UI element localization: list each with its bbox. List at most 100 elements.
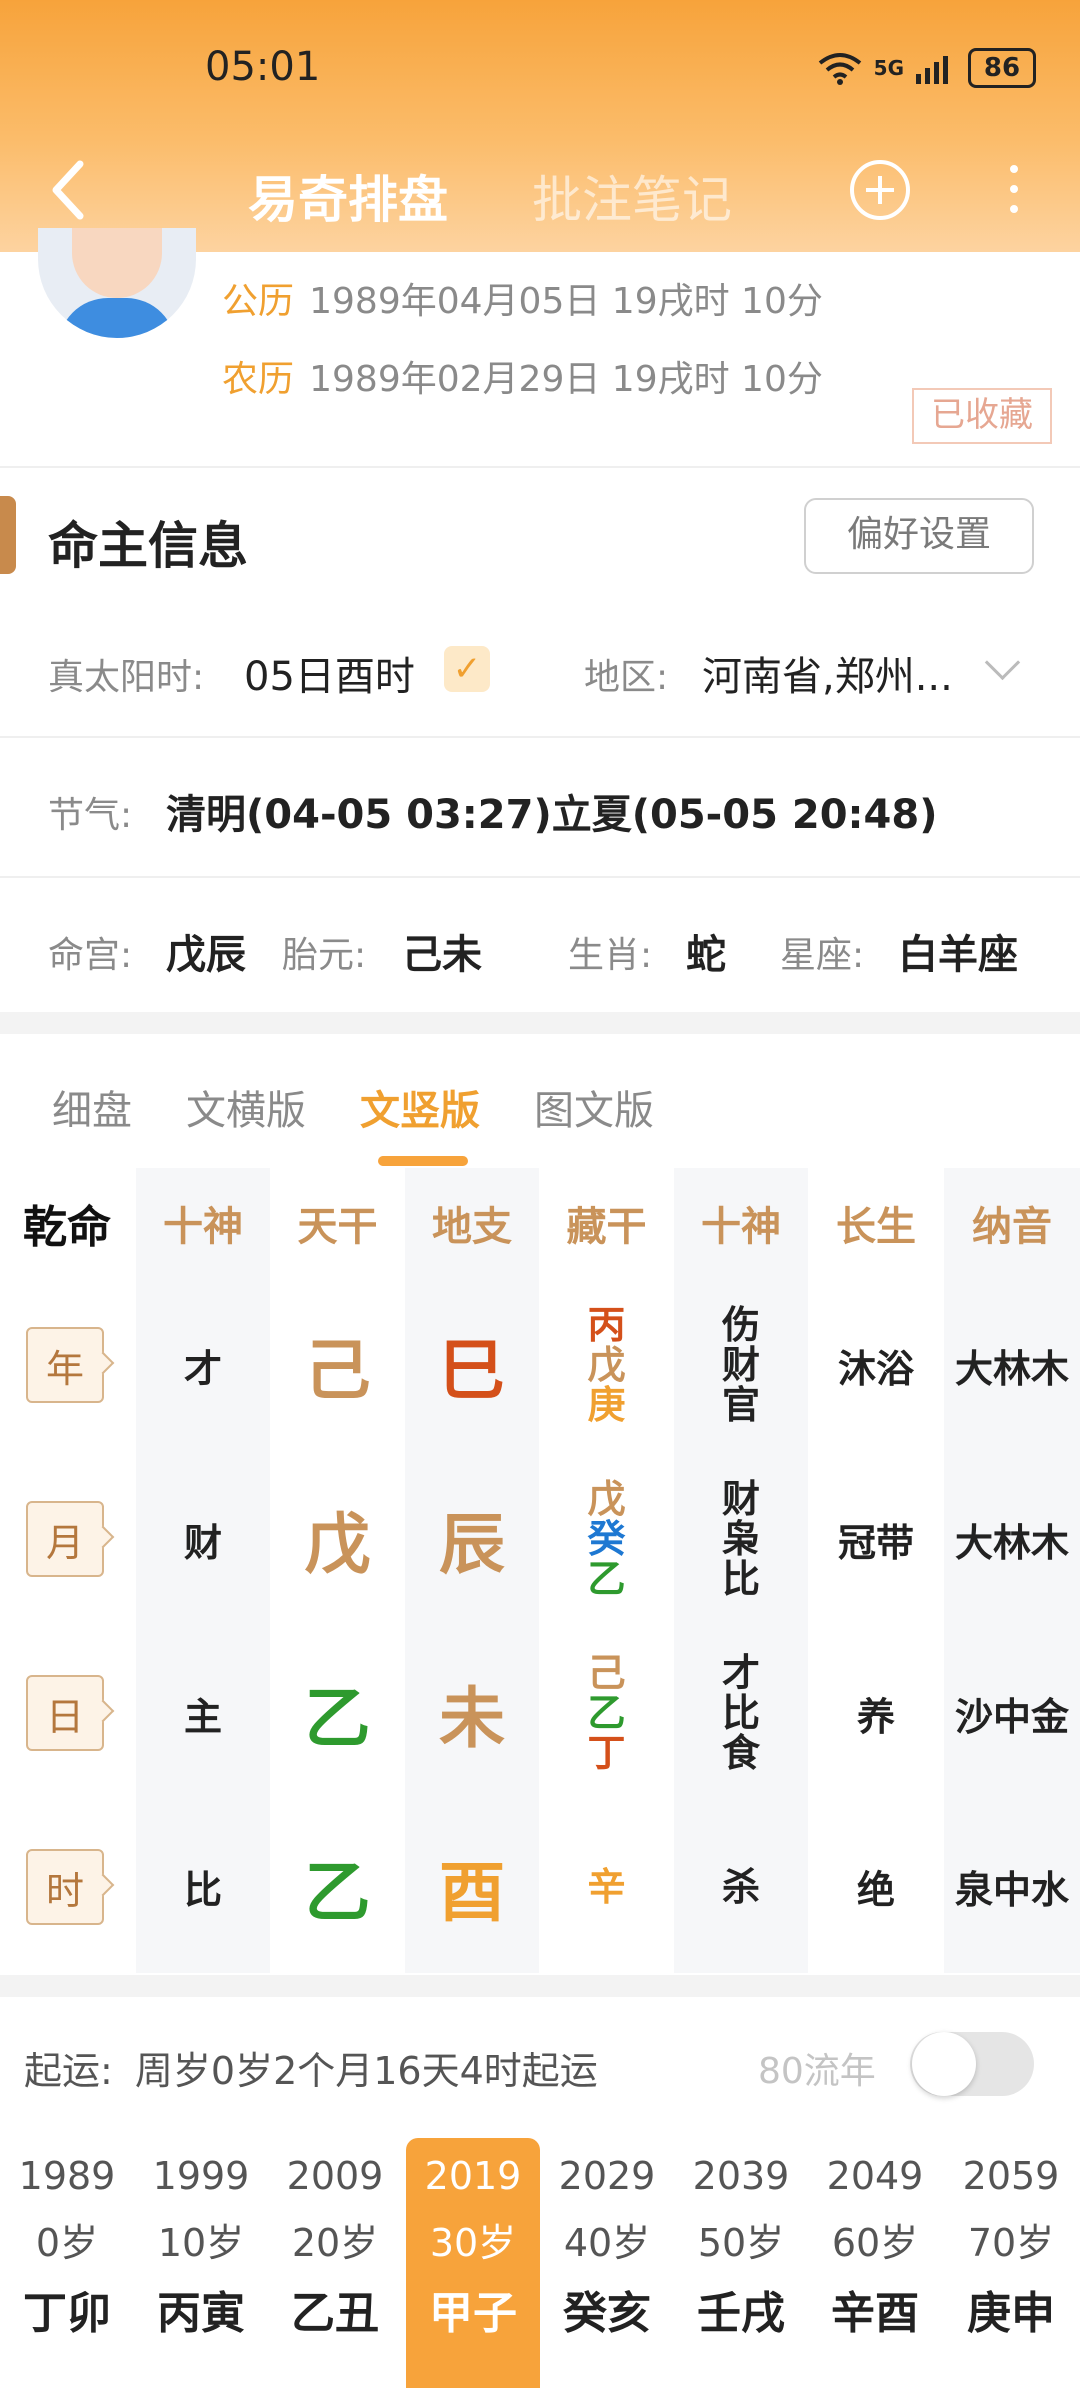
table-cell: 才 比 食: [674, 1626, 808, 1800]
dayun-age: 10岁: [157, 2221, 245, 2265]
jieqi-label: 节气:: [48, 795, 133, 836]
dayun-item[interactable]: 2059 70岁 庚申: [942, 2138, 1080, 2388]
avatar[interactable]: [38, 228, 196, 338]
pillar-month-tag[interactable]: 月: [26, 1501, 104, 1577]
region-value[interactable]: 河南省,郑州...: [702, 644, 953, 702]
region-label: 地区:: [584, 657, 669, 698]
tab-xipan[interactable]: 细盘: [52, 1078, 132, 1136]
dayun-item-active[interactable]: 2019 30岁 甲子: [406, 2138, 540, 2388]
more-options-icon[interactable]: [1010, 165, 1018, 225]
table-cell: 酉: [439, 1853, 505, 1931]
canggan-char: 戊: [587, 1477, 626, 1521]
section-gap: [0, 1975, 1080, 1997]
table-cell: 辰: [439, 1506, 505, 1583]
dayun-age: 30岁: [429, 2221, 517, 2265]
add-icon[interactable]: [850, 160, 910, 220]
header-tiangan: 天干: [297, 1204, 378, 1250]
lunar-value: 1989年02月29日 19戌时 10分: [309, 359, 823, 400]
canggan-shishen-char: 伤: [721, 1303, 760, 1347]
minggong-label: 命宫:: [48, 935, 133, 976]
canggan-char: 丙: [587, 1303, 626, 1347]
status-icons: 5G 86: [818, 48, 1036, 88]
table-cell: 巳: [439, 1332, 505, 1409]
canggan-char: 乙: [587, 1557, 626, 1601]
table-cell: 比: [183, 1868, 222, 1912]
canggan-char: 辛: [587, 1864, 626, 1909]
canggan-shishen-char: 才: [721, 1651, 760, 1695]
dayun-year: 1999: [152, 2154, 250, 2198]
section-title: 命主信息: [48, 517, 248, 575]
dayun-ganzhi: 壬戌: [697, 2288, 785, 2339]
tab-yiqi-paipan[interactable]: 易奇排盘: [248, 160, 448, 232]
dayun-year: 2009: [286, 2154, 384, 2198]
back-arrow-icon[interactable]: [44, 150, 92, 230]
dayun-ganzhi: 丙寅: [157, 2288, 245, 2339]
dayun-item[interactable]: 1989 0岁 丁卯: [0, 2138, 134, 2388]
canggan-char: 癸: [587, 1517, 626, 1561]
canggan-shishen-char: 食: [721, 1731, 760, 1775]
collected-stamp: 已收藏: [912, 388, 1052, 444]
table-cell: 主: [183, 1694, 222, 1739]
dayun-year: 2049: [826, 2154, 924, 2198]
chevron-down-icon[interactable]: [984, 644, 1021, 681]
table-cell: 才: [183, 1346, 222, 1391]
dayun-year: 1989: [18, 2154, 116, 2198]
xingzuo-value: 白羊座: [898, 932, 1018, 978]
dayun-age: 70岁: [967, 2221, 1055, 2265]
tab-wen-heng[interactable]: 文横版: [186, 1078, 306, 1136]
dayun-year: 2059: [962, 2154, 1060, 2198]
header-shishen: 十神: [163, 1204, 243, 1250]
qiyun-value: 周岁0岁2个月16天4时起运: [134, 2049, 598, 2093]
divider: [0, 736, 1080, 738]
xingzuo-label: 星座:: [780, 935, 865, 976]
table-cell: 戊 癸 乙: [539, 1452, 674, 1626]
table-cell: 未: [439, 1680, 505, 1757]
table-cell: 戊: [304, 1506, 371, 1583]
dayun-year: 2019: [424, 2154, 522, 2198]
canggan-char: 己: [587, 1651, 626, 1695]
solar-date-row: 公历 1989年04月05日 19戌时 10分: [222, 272, 823, 324]
liunian-toggle-knob[interactable]: [912, 2032, 976, 2096]
pillar-hour-tag[interactable]: 时: [26, 1849, 104, 1925]
canggan-shishen-char: 财: [721, 1477, 760, 1521]
preference-settings-button[interactable]: 偏好设置: [804, 498, 1034, 574]
lunar-label: 农历: [222, 359, 295, 400]
dayun-item[interactable]: 2039 50岁 壬戌: [674, 2138, 808, 2388]
dayun-ganzhi: 乙丑: [291, 2288, 379, 2339]
table-cell: 冠带: [837, 1520, 914, 1565]
table-cell: 己 乙 丁: [539, 1626, 674, 1800]
tab-tuwen[interactable]: 图文版: [534, 1078, 654, 1136]
qiyun-label: 起运:: [24, 2049, 113, 2093]
pillar-year-tag[interactable]: 年: [26, 1327, 104, 1403]
minggong-value: 戊辰: [166, 932, 246, 978]
divider: [0, 466, 1080, 468]
taiyuan-value: 己未: [402, 932, 482, 978]
true-solar-time-value: 05日酉时: [244, 654, 415, 700]
dayun-item[interactable]: 2009 20岁 乙丑: [268, 2138, 402, 2388]
dayun-item[interactable]: 2049 60岁 辛酉: [808, 2138, 942, 2388]
dayun-age: 50岁: [697, 2221, 785, 2265]
tab-wen-shu[interactable]: 文竖版: [360, 1078, 480, 1136]
jieqi-value: 清明(04-05 03:27)立夏(05-05 20:48): [166, 792, 938, 838]
table-corner-qianming: 乾命: [23, 1202, 111, 1253]
table-cell: 沙中金: [954, 1694, 1069, 1739]
canggan-shishen-char: 杀: [721, 1864, 760, 1909]
table-cell: 辛: [539, 1800, 674, 1973]
canggan-shishen-char: 比: [721, 1691, 760, 1735]
network-label: 5G: [873, 56, 904, 80]
dayun-item[interactable]: 1999 10岁 丙寅: [134, 2138, 268, 2388]
true-solar-time-checkbox[interactable]: ✓: [444, 646, 490, 692]
solar-label: 公历: [222, 281, 295, 322]
dayun-ganzhi: 癸亥: [563, 2288, 651, 2339]
status-time: 05:01: [205, 44, 321, 90]
dayun-item[interactable]: 2029 40岁 癸亥: [540, 2138, 674, 2388]
tab-annotation-notes[interactable]: 批注笔记: [532, 160, 732, 232]
table-cell: 养: [856, 1694, 895, 1739]
table-cell: 丙 戊 庚: [539, 1278, 674, 1452]
table-cell: 杀: [674, 1800, 808, 1973]
dayun-year: 2039: [692, 2154, 790, 2198]
pillar-day-tag[interactable]: 日: [26, 1675, 104, 1751]
table-cell: 绝: [856, 1868, 895, 1912]
table-cell: 乙: [304, 1853, 371, 1931]
dayun-age: 0岁: [35, 2221, 99, 2265]
